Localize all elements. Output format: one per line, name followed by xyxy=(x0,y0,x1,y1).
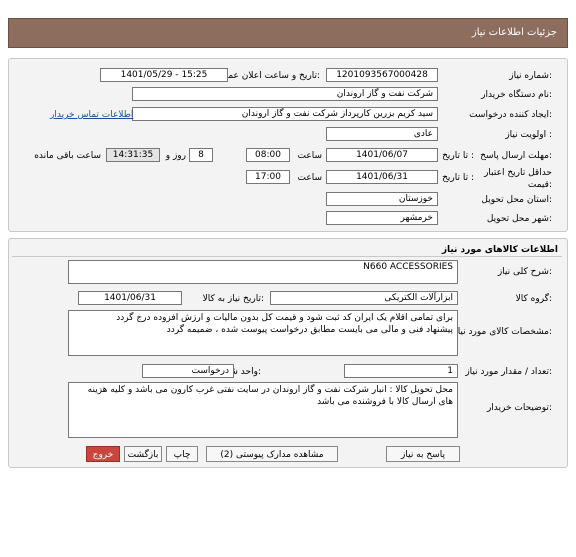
notes-field: محل تحویل کالا : انبار شرکت نفت و گاز ار… xyxy=(68,382,458,438)
priority-field: عادی xyxy=(326,127,438,141)
creator-label: ایجاد کننده درخواست: xyxy=(469,110,552,120)
unit-field: درخواست xyxy=(142,364,234,378)
send-time-field: 08:00 xyxy=(246,148,290,162)
summary-label: شرح کلی نیاز: xyxy=(497,267,552,277)
remaining-label: ساعت باقی مانده xyxy=(34,151,101,161)
need-date-label: تاریخ نیاز به کالا: xyxy=(202,294,264,304)
validity-to-date-label: تا تاریخ : xyxy=(442,173,474,183)
province-field: خوزستان xyxy=(326,192,438,206)
goods-section-title: اطلاعات کالاهای مورد نیاز xyxy=(441,245,558,255)
province-label: استان محل تحویل: xyxy=(481,195,552,205)
send-to-date-label: تا تاریخ : xyxy=(442,151,474,161)
reply-button[interactable]: پاسخ به نیاز xyxy=(386,446,460,462)
attachments-button[interactable]: مشاهده مدارک پیوستی (2) xyxy=(206,446,338,462)
need-number-field: 1201093567000428 xyxy=(326,68,438,82)
validity-time-field: 17:00 xyxy=(246,170,290,184)
days-field: 8 xyxy=(189,148,213,162)
qty-label: تعداد / مقدار مورد نیاز: xyxy=(465,367,552,377)
group-label: گروه کالا: xyxy=(515,294,552,304)
group-field: ابزارآلات الکتریکی xyxy=(270,291,458,305)
days-label: روز و xyxy=(165,151,186,161)
send-time-label: ساعت xyxy=(297,151,323,161)
buyer-label: نام دستگاه خریدار: xyxy=(481,90,552,100)
summary-field: N660 ACCESSORIES xyxy=(68,260,458,284)
exit-button[interactable]: خروج xyxy=(86,446,120,462)
buyer-contact-link[interactable]: اطلاعات تماس خریدار xyxy=(50,110,133,120)
section-divider xyxy=(12,256,562,257)
specs-label: مشخصات کالای مورد نیاز: xyxy=(453,327,552,337)
announce-date-field: 1401/05/29 - 15:25 xyxy=(100,68,228,82)
qty-field: 1 xyxy=(344,364,458,378)
page-title: جزئیات اطلاعات نیاز xyxy=(471,27,557,38)
send-deadline-label: مهلت ارسال پاسخ: xyxy=(480,151,552,161)
validity-time-label: ساعت xyxy=(297,173,323,183)
need-info-panel xyxy=(8,58,568,232)
print-button[interactable]: چاپ xyxy=(166,446,198,462)
city-field: خرمشهر xyxy=(326,211,438,225)
creator-field: سید کریم بزرین کارپرداز شرکت نفت و گاز ا… xyxy=(132,107,438,121)
send-date-field: 1401/06/07 xyxy=(326,148,438,162)
remaining-time-field: 14:31:35 xyxy=(106,148,160,162)
city-label: شهر محل تحویل: xyxy=(486,214,552,224)
validity-label: حداقل تاریخ اعتبار قیمت: xyxy=(484,168,552,190)
page-header: جزئیات اطلاعات نیاز xyxy=(8,18,568,48)
notes-label: توضیحات خریدار: xyxy=(486,403,552,413)
buyer-field: شرکت نفت و گاز اروندان xyxy=(132,87,438,101)
validity-date-field: 1401/06/31 xyxy=(326,170,438,184)
specs-field: برای تمامی اقلام یک ایران کد ثبت شود و ق… xyxy=(68,310,458,356)
need-number-label: شماره نیاز: xyxy=(509,71,552,81)
back-button[interactable]: بازگشت xyxy=(124,446,162,462)
priority-label: اولویت نیاز : xyxy=(505,130,552,140)
need-date-field: 1401/06/31 xyxy=(78,291,182,305)
